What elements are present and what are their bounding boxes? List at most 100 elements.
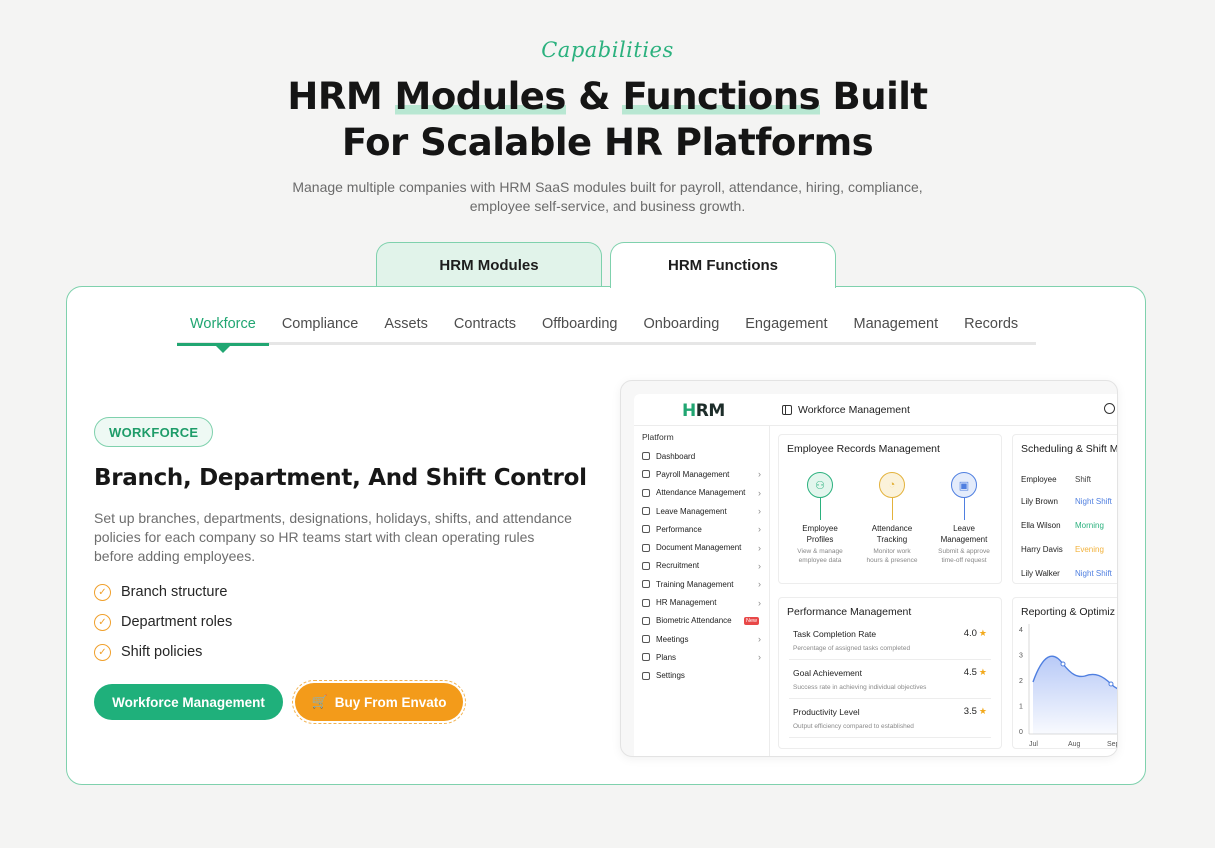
menu-item-icon: [642, 525, 650, 534]
section-description: Set up branches, departments, designatio…: [94, 510, 572, 564]
shift-label: Night Shift: [1075, 569, 1112, 578]
sidebar-item[interactable]: Dashboard: [642, 447, 761, 465]
eyebrow-label: Capabilities: [541, 38, 674, 62]
sidebar-item[interactable]: Document Management ›: [642, 538, 761, 556]
item-name: Attendance Tracking: [871, 524, 913, 544]
y-ticks: 4 3 2 1 0: [1019, 627, 1023, 736]
dashboard-preview: HRM Workforce Management E Platform Dash…: [620, 380, 1118, 757]
check-circle-icon: ✓: [94, 643, 111, 661]
logo-letters: RM: [695, 401, 726, 421]
subtab-onboarding[interactable]: Onboarding: [630, 305, 732, 343]
feature-list: ✓ Branch structure ✓ Department roles ✓ Shi…: [94, 577, 232, 667]
sidebar-heading: Platform: [642, 432, 674, 442]
button-label: Buy From Envato: [334, 694, 447, 710]
subtab-records[interactable]: Records: [951, 305, 1031, 343]
dashboard-sidebar: Platform Dashboard Payroll Management › Att…: [634, 426, 770, 756]
item-name: Employee Profiles: [802, 524, 838, 544]
sidebar-item[interactable]: Biometric Attendance New: [642, 612, 761, 630]
chevron-right-icon: ›: [758, 579, 761, 590]
chevron-right-icon: ›: [758, 487, 761, 498]
star-icon: ★: [978, 667, 987, 677]
sidebar-item[interactable]: Performance ›: [642, 520, 761, 538]
functions-card: Workforce Compliance Assets Contracts Of…: [66, 286, 1146, 785]
subtab-offboarding[interactable]: Offboarding: [529, 305, 631, 343]
scheduling-card: Scheduling & Shift M Employee Shift Lily …: [1012, 434, 1118, 584]
sidebar-item-label: Performance: [656, 524, 702, 534]
metric-value: 3.5 ★: [964, 706, 987, 717]
item-name: Leave Management: [940, 524, 988, 544]
sidebar-item-label: Plans: [656, 652, 677, 662]
chevron-right-icon: ›: [758, 560, 761, 571]
metric-number: 4.0: [963, 628, 977, 639]
tab-hrm-modules[interactable]: HRM Modules: [376, 242, 602, 288]
sidebar-panel-icon[interactable]: [782, 405, 792, 415]
data-point: [1108, 681, 1114, 687]
chevron-right-icon: ›: [758, 524, 761, 535]
menu-item-icon: [642, 561, 650, 570]
schedule-header: Employee Shift: [1021, 475, 1091, 484]
reporting-chart: 4 3 2 1 0 Jul Aug Sep: [1019, 624, 1117, 748]
employee-name: Ella Wilson: [1021, 521, 1061, 530]
sidebar-item[interactable]: Payroll Management ›: [642, 465, 761, 483]
menu-item-icon: [642, 488, 650, 497]
sidebar-item[interactable]: Attendance Management ›: [642, 484, 761, 502]
headline-part: HRM: [287, 75, 395, 118]
sidebar-item[interactable]: Leave Management ›: [642, 502, 761, 520]
menu-item-icon: [642, 580, 650, 589]
sidebar-item[interactable]: Training Management ›: [642, 575, 761, 593]
shift-label: Evening: [1075, 545, 1104, 554]
profiles-icon: ⚇: [807, 472, 833, 498]
metric-label: Task Completion Rate: [793, 629, 877, 639]
list-item[interactable]: ▣ Leave Management Submit & approve time-off…: [927, 472, 1001, 565]
buy-from-envato-button[interactable]: 🛒 Buy From Envato: [292, 680, 466, 724]
sidebar-item[interactable]: HR Management ›: [642, 593, 761, 611]
feature-label: Branch structure: [121, 584, 228, 600]
star-icon: ★: [978, 628, 987, 638]
sidebar-item[interactable]: Settings: [642, 667, 761, 685]
tab-hrm-functions[interactable]: HRM Functions: [610, 242, 836, 288]
logo-letter: H: [682, 401, 696, 421]
metric-description: Output efficiency compared to establishe…: [793, 723, 914, 730]
sidebar-item-label: Document Management: [656, 543, 742, 553]
menu-item-icon: [642, 543, 650, 552]
check-circle-icon: ✓: [94, 613, 111, 631]
subtab-management[interactable]: Management: [841, 305, 952, 343]
metric-number: 3.5: [963, 706, 977, 717]
card-title: Employee Records Management: [787, 443, 940, 455]
employee-name: Lily Walker: [1021, 569, 1060, 578]
chevron-right-icon: ›: [758, 597, 761, 608]
workforce-management-button[interactable]: Workforce Management: [94, 684, 283, 720]
subtab-engagement[interactable]: Engagement: [732, 305, 840, 343]
sidebar-item-label: Attendance Management: [656, 488, 746, 498]
subtab-compliance[interactable]: Compliance: [269, 305, 372, 343]
headline-highlight: Modules: [394, 75, 566, 118]
globe-icon[interactable]: [1104, 403, 1115, 414]
sidebar-item-label: HR Management: [656, 598, 717, 608]
chevron-right-icon: ›: [758, 506, 761, 517]
sidebar-item-label: Biometric Attendance: [656, 616, 732, 626]
sidebar-item[interactable]: Plans ›: [642, 648, 761, 666]
button-label: Workforce Management: [112, 694, 265, 710]
sidebar-item-label: Payroll Management: [656, 469, 730, 479]
sidebar-item[interactable]: Recruitment ›: [642, 557, 761, 575]
subtab-workforce[interactable]: Workforce: [177, 305, 269, 353]
card-title: Performance Management: [787, 606, 912, 618]
list-item[interactable]: ◔ Attendance Tracking Monitor work hours & p…: [855, 472, 929, 565]
table-row: Ella Wilson Morning: [1021, 521, 1104, 530]
subtab-bar: Workforce Compliance Assets Contracts Of…: [177, 305, 1036, 353]
subtab-contracts[interactable]: Contracts: [441, 305, 529, 343]
list-item: ✓ Branch structure: [94, 577, 232, 607]
subtab-assets[interactable]: Assets: [371, 305, 441, 343]
dashboard-title: Workforce Management: [782, 404, 910, 416]
list-item: ✓ Shift policies: [94, 637, 232, 667]
page-headline: HRM Modules & Functions Built For Scalab…: [0, 74, 1215, 166]
sidebar-item[interactable]: Meetings ›: [642, 630, 761, 648]
headline-highlight: Functions: [622, 75, 821, 118]
menu-item-icon: [642, 653, 650, 662]
menu-item-icon: [642, 671, 650, 680]
employee-name: Lily Brown: [1021, 497, 1058, 506]
star-icon: ★: [978, 706, 987, 716]
list-item[interactable]: ⚇ Employee Profiles View & manage employee d…: [783, 472, 857, 565]
card-title: Scheduling & Shift M: [1021, 443, 1118, 455]
metric-label: Goal Achievement: [793, 668, 862, 678]
